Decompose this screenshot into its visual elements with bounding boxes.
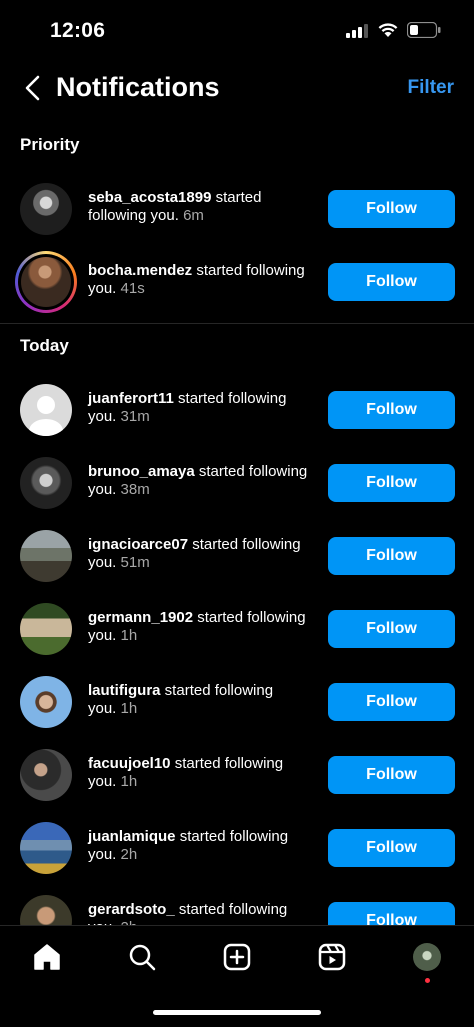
notification-row[interactable]: ignacioarce07 started following you. 51m…	[0, 525, 474, 587]
notification-row[interactable]: lautifigura started following you. 1h Fo…	[0, 671, 474, 733]
follow-button[interactable]: Follow	[328, 683, 455, 721]
avatar[interactable]	[20, 530, 72, 582]
username[interactable]: brunoo_amaya	[88, 463, 195, 480]
avatar	[21, 257, 71, 307]
notification-row[interactable]: seba_acosta1899 started following you. 6…	[0, 178, 474, 240]
filter-button[interactable]: Filter	[408, 77, 454, 99]
username[interactable]: germann_1902	[88, 609, 193, 626]
username[interactable]: ignacioarce07	[88, 536, 188, 553]
notification-row[interactable]: juanlamique started following you. 2h Fo…	[0, 817, 474, 879]
page-title: Notifications	[56, 72, 220, 102]
avatar-story-ring[interactable]	[15, 251, 77, 313]
follow-button[interactable]: Follow	[328, 190, 455, 228]
tab-create[interactable]	[220, 940, 254, 974]
follow-button[interactable]: Follow	[328, 391, 455, 429]
notification-text: germann_1902 started following you. 1h	[88, 609, 306, 644]
timestamp: 38m	[120, 481, 150, 498]
create-icon	[223, 943, 251, 971]
wifi-icon	[378, 23, 398, 37]
avatar[interactable]	[20, 676, 72, 728]
timestamp: 6m	[183, 207, 204, 224]
profile-avatar	[413, 943, 441, 971]
username[interactable]: seba_acosta1899	[88, 189, 211, 206]
notification-row[interactable]: brunoo_amaya started following you. 38m …	[0, 452, 474, 514]
section-heading-priority: Priority	[20, 135, 80, 154]
notification-text: juanlamique started following you. 2h	[88, 828, 289, 863]
back-chevron-icon[interactable]	[22, 74, 42, 102]
person-silhouette-icon	[29, 396, 63, 436]
timestamp: 51m	[120, 554, 150, 571]
tab-search[interactable]	[125, 940, 159, 974]
follow-button[interactable]: Follow	[328, 464, 455, 502]
notification-text: brunoo_amaya started following you. 38m	[88, 463, 308, 498]
username[interactable]: bocha.mendez	[88, 262, 192, 279]
status-bar: 12:06	[0, 0, 474, 60]
top-nav: Notifications Filter	[0, 62, 474, 114]
section-divider	[0, 323, 474, 324]
timestamp: 41s	[120, 280, 145, 297]
search-icon	[129, 944, 156, 971]
tab-reels[interactable]	[315, 940, 349, 974]
notification-row[interactable]: germann_1902 started following you. 1h F…	[0, 598, 474, 660]
notification-text: lautifigura started following you. 1h	[88, 682, 274, 717]
username[interactable]: juanferort11	[88, 390, 174, 407]
follow-button[interactable]: Follow	[328, 610, 455, 648]
username[interactable]: gerardsoto_	[88, 901, 175, 918]
timestamp: 31m	[120, 408, 150, 425]
notification-row[interactable]: facuujoel10 started following you. 1h Fo…	[0, 744, 474, 806]
follow-button[interactable]: Follow	[328, 756, 455, 794]
notification-text: facuujoel10 started following you. 1h	[88, 755, 284, 790]
cellular-signal-icon	[346, 24, 368, 38]
follow-button[interactable]: Follow	[328, 829, 455, 867]
timestamp: 1h	[120, 700, 138, 717]
home-indicator	[153, 1010, 321, 1015]
avatar[interactable]	[20, 603, 72, 655]
username[interactable]: juanlamique	[88, 828, 176, 845]
notification-text: juanferort11 started following you. 31m	[88, 390, 287, 425]
notification-row[interactable]: bocha.mendez started following you. 41s …	[0, 251, 474, 313]
avatar[interactable]	[20, 183, 72, 235]
tab-profile[interactable]	[410, 940, 444, 974]
home-icon	[34, 944, 60, 970]
follow-button[interactable]: Follow	[328, 263, 455, 301]
status-time: 12:06	[50, 19, 106, 42]
notification-text: bocha.mendez started following you. 41s	[88, 262, 305, 297]
timestamp: 1h	[120, 773, 138, 790]
avatar[interactable]	[20, 457, 72, 509]
avatar[interactable]	[20, 749, 72, 801]
follow-button[interactable]: Follow	[328, 537, 455, 575]
battery-icon	[407, 22, 441, 38]
default-avatar[interactable]	[20, 384, 72, 436]
username[interactable]: lautifigura	[88, 682, 161, 699]
notification-text: ignacioarce07 started following you. 51m	[88, 536, 301, 571]
timestamp: 1h	[120, 627, 138, 644]
reels-icon	[318, 943, 346, 971]
timestamp: 2h	[120, 846, 138, 863]
avatar[interactable]	[20, 822, 72, 874]
tab-home[interactable]	[30, 940, 64, 974]
notification-text: seba_acosta1899 started following you. 6…	[88, 189, 262, 224]
section-heading-today: Today	[20, 336, 69, 355]
notification-dot	[425, 978, 430, 983]
notification-row[interactable]: juanferort11 started following you. 31m …	[0, 379, 474, 441]
username[interactable]: facuujoel10	[88, 755, 171, 772]
